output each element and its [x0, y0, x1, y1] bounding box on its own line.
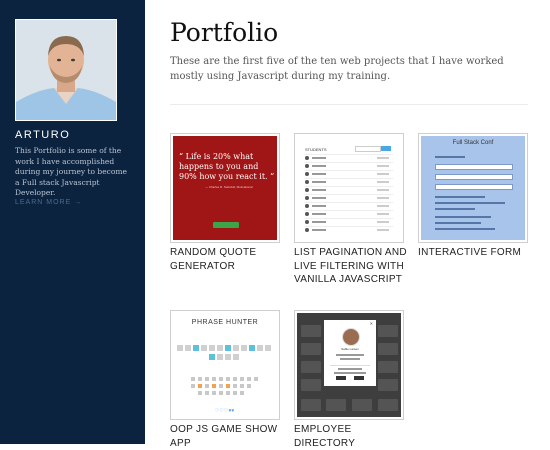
project-label[interactable]: LIST PAGINATION AND LIVE FILTERING WITH … — [294, 246, 412, 287]
heart-icon: ♡♡♡♥♥ — [215, 408, 235, 414]
thumbnail-row — [305, 154, 393, 162]
thumbnail-title: Full Stack Conf — [452, 140, 494, 146]
thumbnail-row — [305, 194, 393, 202]
thumbnail-title: STUDENTS — [305, 147, 327, 152]
thumbnail-line — [435, 222, 481, 224]
profile-photo — [15, 19, 117, 121]
project-thumbnail[interactable]: PHRASE HUNTER ♡♡♡♥♥ — [170, 310, 280, 420]
thumbnail-row — [305, 170, 393, 178]
sidebar-name: ARTURO — [15, 129, 71, 141]
thumbnail-button — [213, 222, 239, 228]
project-label[interactable]: RANDOM QUOTE GENERATOR — [170, 246, 288, 273]
page-title: Portfolio — [170, 18, 279, 47]
sidebar: ARTURO This Portfolio is some of the wor… — [0, 0, 145, 444]
thumbnail-search — [355, 146, 381, 152]
project-thumbnail[interactable]: “ Life is 20% what happens to you and 90… — [170, 133, 280, 243]
thumbnail-employee-name: Sable Larsen — [341, 347, 359, 351]
thumbnail-input — [435, 164, 513, 170]
thumbnail-modal: ✕ Sable Larsen — [324, 320, 376, 386]
divider — [170, 104, 528, 105]
thumbnail-input — [435, 174, 513, 180]
thumbnail-line — [435, 196, 485, 198]
thumbnail-title: PHRASE HUNTER — [191, 319, 259, 326]
avatar — [342, 328, 360, 346]
thumbnail-line — [435, 156, 465, 158]
project-label[interactable]: INTERACTIVE FORM — [418, 246, 536, 260]
thumbnail-quote: “ Life is 20% what happens to you and 90… — [179, 152, 275, 181]
thumbnail-row — [305, 218, 393, 226]
thumbnail-row — [305, 202, 393, 210]
project-thumbnail[interactable]: ✕ Sable Larsen — [294, 310, 404, 420]
thumbnail-row — [305, 178, 393, 186]
project-label[interactable]: EMPLOYEE DIRECTORY — [294, 423, 412, 450]
thumbnail-search-button — [381, 146, 391, 151]
thumbnail-line — [435, 208, 475, 210]
thumbnail-line — [435, 216, 491, 218]
thumbnail-input — [435, 184, 513, 190]
learn-more-link[interactable]: LEARN MORE → — [15, 199, 82, 206]
thumbnail-line — [435, 202, 505, 204]
thumbnail-row — [305, 162, 393, 170]
thumbnail-row — [305, 210, 393, 218]
sidebar-description: This Portfolio is some of the work I hav… — [15, 146, 127, 197]
project-label[interactable]: OOP JS GAME SHOW APP — [170, 423, 288, 450]
project-thumbnail[interactable]: Full Stack Conf — [418, 133, 528, 243]
close-icon: ✕ — [369, 321, 373, 326]
page-intro: These are the first five of the ten web … — [170, 56, 504, 82]
thumbnail-line — [435, 228, 495, 230]
project-thumbnail[interactable]: STUDENTS — [294, 133, 404, 243]
thumbnail-row — [305, 186, 393, 194]
thumbnail-row — [305, 226, 393, 234]
thumbnail-citation: — Charles R. Swindoll, Motivational — [205, 185, 253, 189]
